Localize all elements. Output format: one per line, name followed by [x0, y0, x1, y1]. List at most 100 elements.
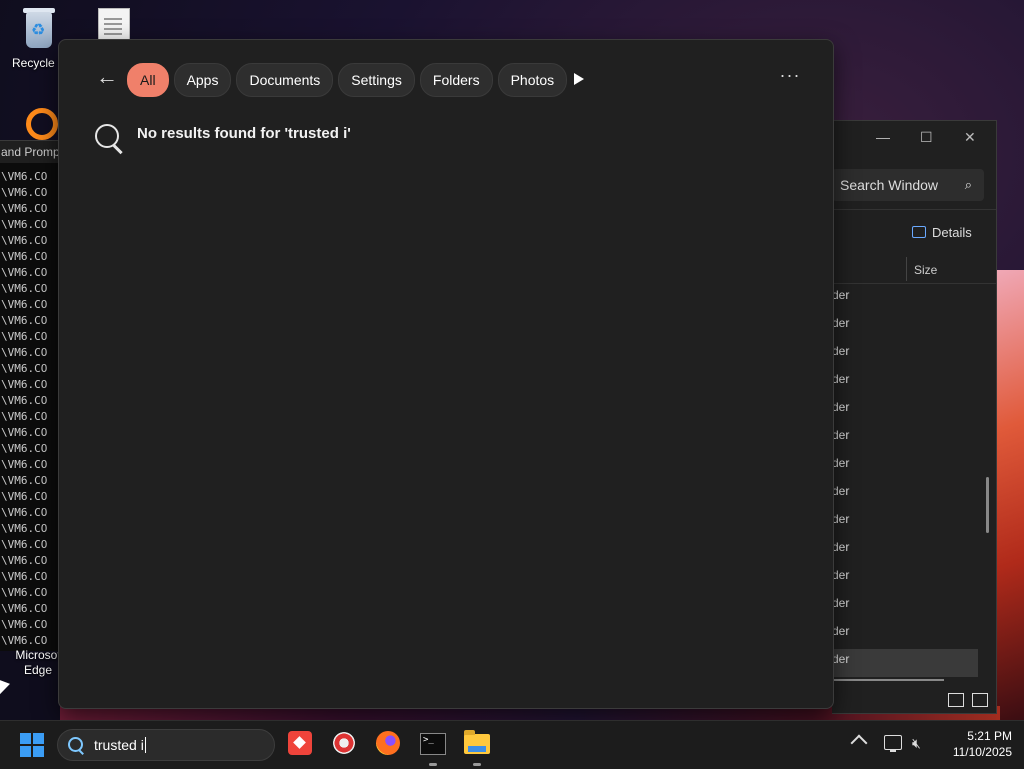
command-output-line: \VM6.CO: [1, 618, 48, 631]
file-list-row[interactable]: der: [832, 481, 996, 509]
file-list-row[interactable]: der: [832, 425, 996, 453]
taskbar: trusted i 🔇︎ 5:21 PM 11/10/2025: [0, 720, 1024, 769]
clock-time: 5:21 PM: [967, 729, 1012, 743]
toolbar-divider: [832, 209, 996, 210]
no-results-message: No results found for 'trusted i': [137, 125, 351, 142]
show-hidden-icons-chevron-icon[interactable]: [850, 734, 868, 752]
details-label: Details: [932, 225, 972, 240]
filter-pill-settings[interactable]: Settings: [338, 63, 415, 97]
command-prompt-window[interactable]: and Prompt \VM6.CO \VM6.CO \VM6.CO \VM6.CO \…: [0, 140, 60, 651]
firefox-icon: [376, 731, 400, 755]
command-output-line: \VM6.CO: [1, 522, 48, 535]
command-output-line: \VM6.CO: [1, 346, 48, 359]
running-indicator: [473, 763, 481, 766]
command-output-line: \VM6.CO: [1, 554, 48, 567]
command-output-line: \VM6.CO: [1, 490, 48, 503]
terminal-icon: [420, 733, 446, 755]
folder-icon: [464, 730, 490, 754]
start-button[interactable]: [20, 733, 44, 757]
command-output-line: \VM6.CO: [1, 474, 48, 487]
app-shortcut-icon[interactable]: [26, 108, 58, 140]
command-output-line: \VM6.CO: [1, 506, 48, 519]
document-icon: [98, 8, 130, 42]
filter-pill-photos[interactable]: Photos: [497, 63, 568, 97]
command-output-line: \VM6.CO: [1, 250, 48, 263]
vertical-scrollbar[interactable]: [986, 477, 989, 533]
firefox-taskbar-button[interactable]: [376, 731, 404, 759]
command-output-line: \VM6.CO: [1, 218, 48, 231]
recycle-bin-icon: ♻: [20, 6, 58, 52]
terminal-taskbar-button[interactable]: [420, 731, 448, 766]
file-list: der der der der der der der der der der der der der d…: [832, 285, 996, 677]
search-icon: [68, 737, 84, 755]
anydesk-taskbar-button[interactable]: [288, 731, 316, 759]
command-output-line: \VM6.CO: [1, 186, 48, 199]
command-output-line: \VM6.CO: [1, 330, 48, 343]
explorer-search-box[interactable]: Search Window ⌕: [832, 169, 984, 201]
command-output-line: \VM6.CO: [1, 570, 48, 583]
tiles-view-button[interactable]: [972, 693, 988, 707]
command-output-line: \VM6.CO: [1, 426, 48, 439]
column-divider[interactable]: [906, 257, 907, 281]
taskbar-search-box[interactable]: trusted i: [57, 729, 275, 761]
command-output-line: \VM6.CO: [1, 234, 48, 247]
file-explorer-window[interactable]: — ☐ ✕ Search Window ⌕ Details Size der de…: [832, 120, 997, 714]
command-output-line: \VM6.CO: [1, 314, 48, 327]
filter-pill-all[interactable]: All: [127, 63, 169, 97]
command-output-line: \VM6.CO: [1, 282, 48, 295]
file-list-row[interactable]: der: [832, 453, 996, 481]
filter-pills: All Apps Documents Settings Folders Photos: [127, 63, 568, 97]
anydesk-icon: [288, 731, 312, 755]
file-list-row[interactable]: der: [832, 509, 996, 537]
command-output-line: \VM6.CO: [1, 602, 48, 615]
details-view-button[interactable]: [948, 693, 964, 707]
file-list-row[interactable]: der: [832, 537, 996, 565]
minimize-button[interactable]: —: [876, 129, 890, 145]
network-icon[interactable]: [884, 735, 902, 752]
document-shortcut[interactable]: [98, 8, 134, 42]
volume-muted-icon[interactable]: 🔇︎: [912, 735, 921, 752]
command-output-line: \VM6.CO: [1, 362, 48, 375]
file-list-row[interactable]: der: [832, 397, 996, 425]
maximize-button[interactable]: ☐: [920, 129, 933, 146]
file-list-row[interactable]: der: [832, 621, 996, 649]
file-list-row[interactable]: der: [832, 565, 996, 593]
command-output-line: \VM6.CO: [1, 266, 48, 279]
taskbar-search-text: trusted i: [94, 737, 144, 753]
details-pane-icon: [912, 226, 926, 238]
file-list-row[interactable]: der: [832, 369, 996, 397]
filter-pill-apps[interactable]: Apps: [173, 63, 232, 97]
wallpaper-art: [996, 270, 1024, 720]
explorer-search-placeholder: Search Window: [840, 177, 939, 193]
command-output-line: \VM6.CO: [1, 298, 48, 311]
horizontal-scrollbar[interactable]: [832, 679, 944, 681]
details-pane-button[interactable]: Details: [912, 225, 972, 240]
file-list-row[interactable]: der: [832, 285, 996, 313]
more-options-button[interactable]: ···: [777, 66, 803, 90]
file-list-row[interactable]: der: [832, 649, 978, 677]
filter-pill-documents[interactable]: Documents: [236, 63, 334, 97]
file-list-row[interactable]: der: [832, 341, 996, 369]
more-filters-arrow-icon[interactable]: [567, 68, 589, 90]
command-output-line: \VM6.CO: [1, 442, 48, 455]
file-list-row[interactable]: der: [832, 593, 996, 621]
command-output-line: \VM6.CO: [1, 378, 48, 391]
back-arrow-icon[interactable]: ←: [95, 66, 119, 90]
system-clock[interactable]: 5:21 PM 11/10/2025: [936, 728, 1012, 760]
command-output-line: \VM6.CO: [1, 538, 48, 551]
command-output-line: \VM6.CO: [1, 170, 48, 183]
command-output-line: \VM6.CO: [1, 586, 48, 599]
text-caret: [144, 737, 146, 753]
command-output-line: \VM6.CO: [1, 634, 48, 647]
filter-pill-folders[interactable]: Folders: [419, 63, 493, 97]
close-button[interactable]: ✕: [964, 129, 976, 146]
size-column-header[interactable]: Size: [914, 263, 937, 277]
file-list-row[interactable]: der: [832, 313, 996, 341]
command-output-line: \VM6.CO: [1, 458, 48, 471]
command-output-line: \VM6.CO: [1, 394, 48, 407]
security-app-taskbar-button[interactable]: [332, 731, 360, 759]
file-explorer-taskbar-button[interactable]: [464, 730, 492, 766]
search-icon: [93, 122, 125, 156]
search-flyout: ← All Apps Documents Settings Folders Photos …: [58, 39, 834, 709]
command-prompt-title: and Prompt: [0, 141, 60, 163]
